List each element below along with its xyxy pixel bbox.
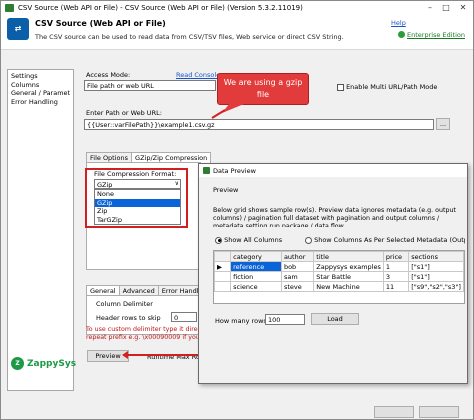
callout-arrow xyxy=(211,109,226,119)
row-selector[interactable] xyxy=(214,271,232,282)
table-cell: steve xyxy=(280,281,315,292)
dialog-title-bar: Data Preview xyxy=(199,164,467,177)
table-cell: Star Battle xyxy=(313,271,384,282)
table-cell: reference xyxy=(230,261,282,272)
table-cell: sam xyxy=(280,271,315,282)
show-metadata-label: Show Columns As Per Selected Metadata (O… xyxy=(314,236,465,244)
column-header[interactable]: title xyxy=(313,251,384,262)
callout-pointer xyxy=(222,103,244,113)
table-cell: ["s1"] xyxy=(408,271,464,282)
row-selector-icon[interactable]: ▶ xyxy=(214,261,232,272)
table-cell: Zappysys examples xyxy=(313,261,384,272)
row-header-corner xyxy=(214,251,232,262)
column-header[interactable]: price xyxy=(382,251,410,262)
show-metadata-radio[interactable] xyxy=(305,236,312,244)
dialog-icon xyxy=(203,167,210,174)
table-cell: science xyxy=(230,281,282,292)
data-preview-dialog: Data Preview Preview Below grid shows sa… xyxy=(198,163,468,384)
preview-info-text: Below grid shows sample row(s). Preview … xyxy=(213,207,456,227)
table-cell: New Machine xyxy=(313,281,384,292)
show-all-columns-option[interactable]: Show All Columns xyxy=(215,236,282,244)
table-cell: ["s1"] xyxy=(408,261,464,272)
how-many-rows-input[interactable]: 100 xyxy=(265,314,305,325)
table-header-row: category author title price sections xyxy=(214,251,464,262)
how-many-rows-label: How many rows xyxy=(215,317,267,325)
show-all-label: Show All Columns xyxy=(224,236,283,244)
column-header[interactable]: sections xyxy=(408,251,464,262)
row-selector[interactable] xyxy=(214,281,232,292)
table-cell: 11 xyxy=(382,281,410,292)
load-button[interactable]: Load xyxy=(311,313,359,325)
table-cell: ["s9","s2","s3"] xyxy=(408,281,464,292)
table-cell: fiction xyxy=(230,271,282,282)
table-row[interactable]: science steve New Machine 11 ["s9","s2",… xyxy=(214,281,464,292)
table-row[interactable]: ▶ reference bob Zappysys examples 1 ["s1… xyxy=(214,261,464,272)
column-header[interactable]: category xyxy=(230,251,282,262)
table-cell: 1 xyxy=(382,261,410,272)
table-cell: 3 xyxy=(382,271,410,282)
dialog-title: Data Preview xyxy=(213,166,256,175)
column-header[interactable]: author xyxy=(280,251,315,262)
preview-section-label: Preview xyxy=(213,186,239,194)
preview-arrow-head xyxy=(122,351,128,359)
show-metadata-columns-option[interactable]: Show Columns As Per Selected Metadata (O… xyxy=(305,236,465,244)
show-all-radio[interactable] xyxy=(215,236,222,244)
preview-grid[interactable]: category author title price sections ▶ r… xyxy=(213,250,465,304)
table-row[interactable]: fiction sam Star Battle 3 ["s1"] xyxy=(214,271,464,282)
preview-table: category author title price sections ▶ r… xyxy=(214,251,464,292)
table-cell: bob xyxy=(280,261,315,272)
